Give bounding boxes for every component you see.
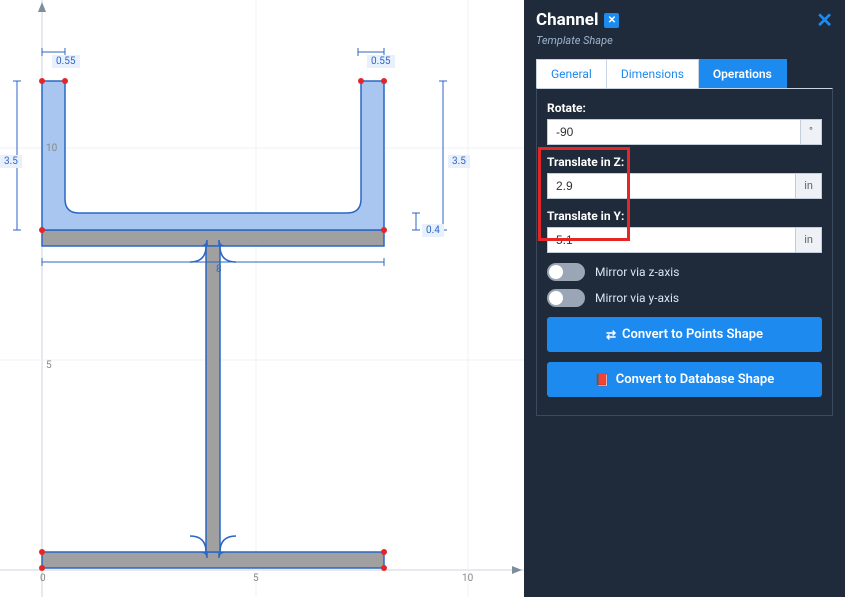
panel-title: Channel ✕ bbox=[536, 10, 619, 30]
axis-label: 10 bbox=[46, 143, 57, 154]
translate-y-label: Translate in Y: bbox=[547, 209, 822, 223]
convert-to-points-button[interactable]: ⇄ Convert to Points Shape bbox=[547, 317, 822, 352]
channel-shape bbox=[42, 81, 384, 230]
swap-icon: ⇄ bbox=[606, 328, 616, 342]
delete-icon[interactable]: ✕ bbox=[604, 13, 619, 28]
mirror-z-label: Mirror via z-axis bbox=[595, 265, 679, 279]
axis-label: 5 bbox=[253, 573, 259, 584]
tab-body-operations: Rotate: ° Translate in Z: in Translate i… bbox=[536, 88, 833, 416]
dim-label: 3.5 bbox=[448, 155, 470, 168]
dim-label: 0.55 bbox=[52, 55, 80, 68]
axis-label: 5 bbox=[46, 360, 52, 371]
rotate-input[interactable] bbox=[547, 119, 801, 145]
translate-z-input[interactable] bbox=[547, 173, 796, 199]
mirror-y-toggle[interactable] bbox=[547, 289, 585, 307]
properties-panel: Channel ✕ ✕ Template Shape General Dimen… bbox=[524, 0, 845, 597]
book-icon: 📕 bbox=[595, 373, 610, 387]
dim-label: 3.5 bbox=[0, 155, 22, 168]
convert-to-database-button[interactable]: 📕 Convert to Database Shape bbox=[547, 362, 822, 397]
translate-z-unit: in bbox=[796, 173, 822, 199]
rotate-unit: ° bbox=[801, 119, 822, 145]
panel-subtitle: Template Shape bbox=[536, 34, 833, 47]
axis-label: 0 bbox=[40, 573, 46, 584]
tab-bar: General Dimensions Operations bbox=[536, 59, 833, 88]
translate-y-unit: in bbox=[796, 227, 822, 253]
dim-label: 8 bbox=[212, 263, 226, 276]
translate-y-input[interactable] bbox=[547, 227, 796, 253]
section-canvas: 0.55 0.55 3.5 3.5 0.4 8 10 5 0 5 10 bbox=[0, 0, 524, 597]
dim-label: 0.4 bbox=[422, 224, 444, 237]
translate-z-label: Translate in Z: bbox=[547, 155, 822, 169]
axis-label: 10 bbox=[462, 573, 473, 584]
tab-dimensions[interactable]: Dimensions bbox=[607, 59, 699, 88]
rotate-label: Rotate: bbox=[547, 101, 822, 115]
tab-operations[interactable]: Operations bbox=[699, 59, 787, 88]
tab-general[interactable]: General bbox=[536, 59, 607, 88]
close-icon[interactable]: ✕ bbox=[816, 8, 833, 32]
mirror-z-toggle[interactable] bbox=[547, 263, 585, 281]
mirror-y-label: Mirror via y-axis bbox=[595, 291, 679, 305]
dim-label: 0.55 bbox=[367, 55, 395, 68]
